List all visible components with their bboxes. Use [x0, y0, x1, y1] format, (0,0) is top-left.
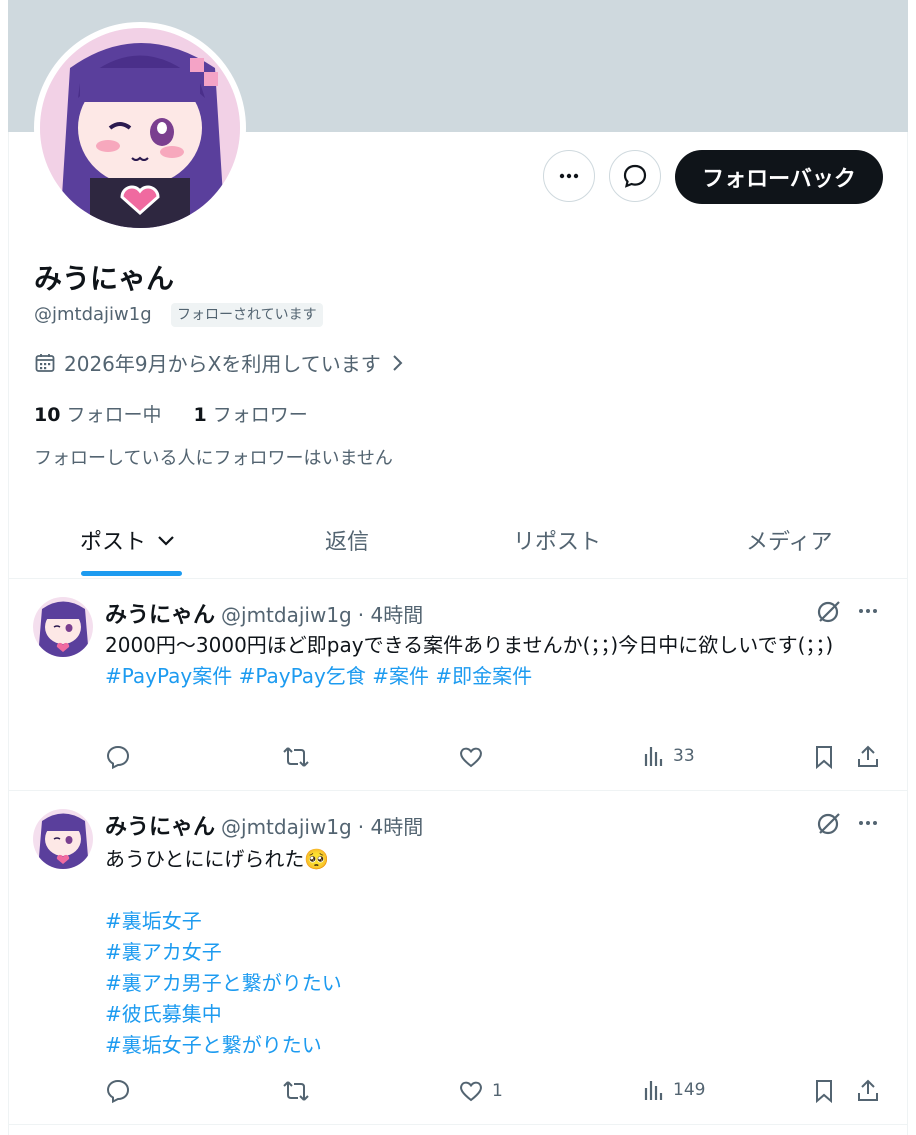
- repost-icon: [282, 1078, 310, 1104]
- bookmark-button[interactable]: [813, 744, 835, 770]
- post-body: あうひとににげられた🥺: [105, 847, 330, 871]
- mutual-followers-note: フォローしている人にフォロワーはいません: [34, 448, 393, 469]
- post-author-handle[interactable]: @jmtdajiw1g: [221, 603, 352, 627]
- post-text: 2000円～3000円ほど即payできる案件ありませんか(；；)今日中に欲しいで…: [105, 630, 895, 692]
- reply-icon: [105, 1078, 131, 1104]
- joined-text: 2026年9月からXを利用しています: [64, 352, 381, 376]
- like-count: 1: [492, 1081, 503, 1101]
- following-link[interactable]: 10 フォロー中: [34, 400, 162, 427]
- post-time[interactable]: · 4時間: [358, 811, 423, 840]
- reply-button[interactable]: [105, 1078, 131, 1104]
- post-hashtag[interactable]: #裏アカ女子: [105, 937, 895, 968]
- post-time[interactable]: · 4時間: [358, 599, 423, 628]
- post-avatar[interactable]: [33, 597, 93, 657]
- views-icon: [643, 744, 665, 768]
- reply-icon: [105, 744, 131, 770]
- repost-icon: [282, 744, 310, 770]
- more-icon[interactable]: [856, 811, 880, 835]
- views-count: 149: [673, 1080, 706, 1100]
- repost-button[interactable]: [282, 1078, 310, 1104]
- following-count: 10: [34, 404, 61, 426]
- post[interactable]: みうにゃん @jmtdajiw1g · 4時間 あうひとににげられた🥺 #裏垢女…: [8, 791, 908, 1125]
- post-header: みうにゃん @jmtdajiw1g · 4時間: [105, 597, 423, 629]
- post-hashtag[interactable]: #裏アカ男子と繋がりたい: [105, 968, 895, 999]
- post-avatar[interactable]: [33, 809, 93, 869]
- share-icon: [856, 744, 880, 770]
- chevron-down-icon: [156, 530, 176, 550]
- tab-reposts[interactable]: リポスト: [513, 524, 601, 556]
- tab-media[interactable]: メディア: [746, 524, 832, 556]
- tab-posts[interactable]: ポスト: [80, 524, 176, 556]
- follow-back-button[interactable]: フォローバック: [675, 150, 883, 204]
- reply-button[interactable]: [105, 744, 131, 770]
- chevron-right-icon: [389, 353, 405, 373]
- profile-avatar-ring: [34, 22, 246, 234]
- post-hashtag[interactable]: #裏垢女子と繋がりたい: [105, 1030, 895, 1061]
- profile-tabs: ポスト 返信 リポスト メディア: [8, 510, 908, 579]
- share-button[interactable]: [856, 744, 880, 770]
- more-icon: [557, 164, 581, 188]
- like-button[interactable]: [458, 744, 492, 770]
- bookmark-icon: [813, 1078, 835, 1104]
- post-author-name[interactable]: みうにゃん: [105, 809, 215, 841]
- share-button[interactable]: [856, 1078, 880, 1104]
- post-author-handle[interactable]: @jmtdajiw1g: [221, 815, 352, 839]
- following-label: フォロー中: [66, 404, 162, 426]
- post-author-name[interactable]: みうにゃん: [105, 597, 215, 629]
- more-button[interactable]: [543, 150, 595, 202]
- calendar-icon: [34, 352, 56, 374]
- post-hashtags[interactable]: #PayPay案件 #PayPay乞食 #案件 #即金案件: [105, 661, 895, 692]
- follow-counts: 10 フォロー中 1 フォロワー: [34, 400, 308, 427]
- bookmark-button[interactable]: [813, 1078, 835, 1104]
- like-icon: [458, 1078, 484, 1104]
- post-body: 2000円～3000円ほど即payできる案件ありませんか(；；)今日中に欲しいで…: [105, 633, 834, 657]
- views-button[interactable]: 149: [643, 1078, 705, 1102]
- followers-count: 1: [193, 404, 207, 426]
- tab-replies[interactable]: 返信: [325, 524, 369, 556]
- views-button[interactable]: 33: [643, 744, 695, 768]
- profile-avatar[interactable]: [40, 28, 240, 228]
- tab-label: ポスト: [80, 530, 147, 555]
- followers-label: フォロワー: [212, 404, 308, 426]
- profile-handle: @jmtdajiw1g: [34, 304, 152, 325]
- joined-date[interactable]: 2026年9月からXを利用しています: [34, 348, 405, 377]
- post-header: みうにゃん @jmtdajiw1g · 4時間: [105, 809, 423, 841]
- like-button[interactable]: 1: [458, 1078, 503, 1104]
- views-count: 33: [673, 746, 695, 766]
- views-icon: [643, 1078, 665, 1102]
- profile-name: みうにゃん: [34, 262, 175, 295]
- more-icon[interactable]: [856, 599, 880, 623]
- post[interactable]: みうにゃん @jmtdajiw1g · 4時間 2000円～3000円ほど即pa…: [8, 579, 908, 791]
- post-text: あうひとににげられた🥺 #裏垢女子 #裏アカ女子 #裏アカ男子と繋がりたい #彼…: [105, 844, 895, 1061]
- grok-icon[interactable]: [816, 811, 842, 837]
- follows-you-badge: フォローされています: [171, 303, 323, 327]
- share-icon: [856, 1078, 880, 1104]
- like-icon: [458, 744, 484, 770]
- post-hashtag[interactable]: #裏垢女子: [105, 906, 895, 937]
- message-icon: [622, 163, 648, 189]
- post-hashtag[interactable]: #彼氏募集中: [105, 999, 895, 1030]
- active-tab-indicator: [81, 571, 182, 576]
- message-button[interactable]: [609, 150, 661, 202]
- repost-button[interactable]: [282, 744, 310, 770]
- followers-link[interactable]: 1 フォロワー: [194, 400, 308, 427]
- grok-icon[interactable]: [816, 599, 842, 625]
- bookmark-icon: [813, 744, 835, 770]
